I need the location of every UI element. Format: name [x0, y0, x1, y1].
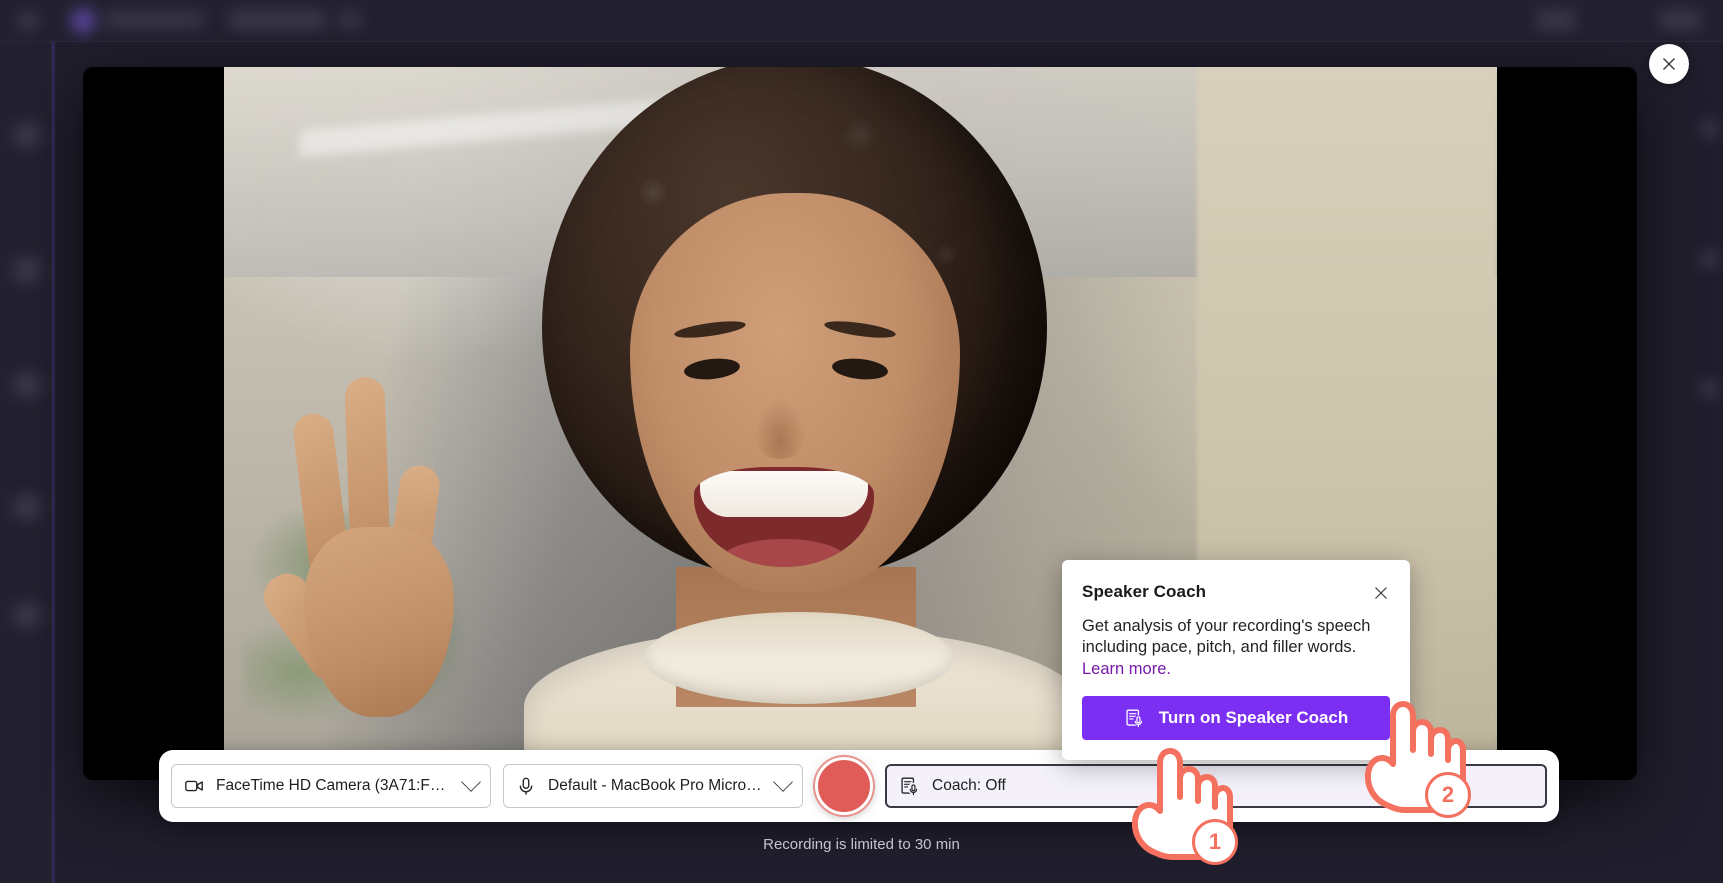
record-button[interactable] [815, 757, 873, 815]
tongue [720, 539, 848, 567]
letterbox-right [1497, 67, 1637, 780]
step-badge-2: 2 [1425, 772, 1471, 818]
close-icon [1375, 587, 1387, 599]
microphone-select-value: Default - MacBook Pro Microphone (... [548, 777, 764, 794]
toolbar-chip-small-placeholder [338, 12, 362, 28]
rail-item-brand-icon [14, 602, 40, 628]
speaker-coach-icon [901, 777, 920, 795]
callout-header: Speaker Coach [1082, 582, 1390, 606]
teeth [700, 471, 868, 517]
speaker-coach-icon [1126, 709, 1144, 727]
rail-item-media-icon [14, 122, 40, 148]
callout-close-button[interactable] [1368, 580, 1394, 606]
microphone-icon [519, 777, 533, 795]
back-icon [18, 12, 38, 30]
chevron-down-icon [773, 772, 793, 792]
rail-item-text-icon [14, 372, 40, 398]
camera-icon [185, 780, 203, 792]
clipchamp-recorder-screen: Speaker Coach Get analysis of your recor… [0, 0, 1723, 883]
app-logo-icon [70, 8, 96, 34]
microphone-select[interactable]: Default - MacBook Pro Microphone (... [503, 764, 803, 808]
rail-item-transitions-icon [14, 494, 40, 520]
close-icon [1663, 58, 1675, 70]
subject-hand [255, 376, 476, 717]
step-badge-1: 1 [1192, 819, 1238, 865]
camera-select[interactable]: FaceTime HD Camera (3A71:F4B5) [171, 764, 491, 808]
coach-status-value: Coach: Off [932, 777, 1006, 794]
overflow-menu-icon [1660, 10, 1700, 30]
callout-description-line-1: Get analysis of your recording's speech [1082, 617, 1371, 635]
rail-accent-bar [52, 42, 55, 883]
step-pointer-1: 1 [1122, 735, 1238, 865]
right-panel-icon [1700, 120, 1718, 138]
right-panel-icon-3 [1700, 380, 1718, 398]
callout-title: Speaker Coach [1082, 582, 1207, 601]
learn-more-link[interactable]: Learn more. [1082, 660, 1171, 678]
camera-select-value: FaceTime HD Camera (3A71:F4B5) [216, 777, 452, 794]
step-pointer-2: 2 [1355, 688, 1471, 818]
toolbar-chip-placeholder [228, 10, 326, 30]
palm [304, 527, 454, 717]
letterbox-left [83, 67, 224, 780]
right-panel-icon-2 [1700, 250, 1718, 268]
subject-collar [644, 612, 954, 704]
recorder-toolbar: FaceTime HD Camera (3A71:F4B5) Default -… [159, 750, 1559, 822]
account-avatar [1536, 10, 1576, 30]
nose [754, 397, 806, 459]
chevron-down-icon [461, 772, 481, 792]
project-title-placeholder [104, 12, 204, 28]
callout-description: Get analysis of your recording's speech … [1082, 616, 1390, 680]
recording-limit-note: Recording is limited to 30 min [763, 836, 960, 853]
turn-on-speaker-coach-button[interactable]: Turn on Speaker Coach [1082, 696, 1390, 741]
callout-description-line-2: including pace, pitch, and filler words. [1082, 638, 1357, 657]
rail-item-record-icon [14, 257, 40, 283]
app-left-rail [0, 42, 52, 883]
app-top-bar [0, 0, 1723, 42]
turn-on-speaker-coach-label: Turn on Speaker Coach [1158, 708, 1349, 728]
close-modal-button[interactable] [1649, 44, 1689, 84]
